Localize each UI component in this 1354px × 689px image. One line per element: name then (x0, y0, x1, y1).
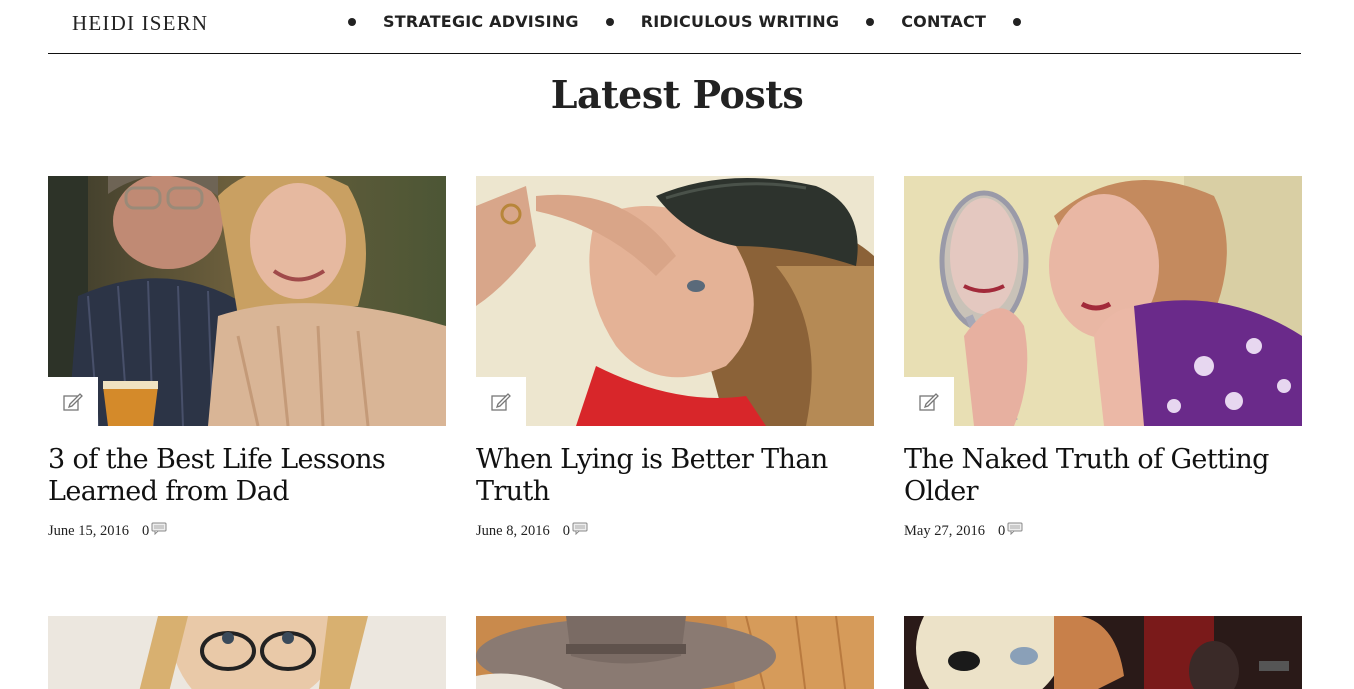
nav-item-ridiculous-writing[interactable]: RIDICULOUS WRITING (641, 12, 839, 31)
post-meta: May 27, 2016 0 (904, 522, 1023, 540)
post-date: June 15, 2016 (48, 522, 129, 539)
site-header: HEIDI ISERN STRATEGIC ADVISING RIDICULOU… (48, 0, 1301, 54)
comment-count[interactable]: 0 (998, 523, 1005, 540)
post-format-badge (48, 377, 98, 426)
site-logo[interactable]: HEIDI ISERN (72, 11, 208, 36)
edit-icon (63, 392, 83, 411)
edit-icon (491, 392, 511, 411)
post-thumbnail[interactable] (904, 176, 1302, 426)
nav-item-contact[interactable]: CONTACT (901, 12, 986, 31)
post-title-link[interactable]: When Lying is Better Than Truth (476, 444, 874, 508)
post-title-link[interactable]: The Naked Truth of Getting Older (904, 444, 1302, 508)
comment-count[interactable]: 0 (142, 523, 149, 540)
post-date: May 27, 2016 (904, 522, 985, 539)
comment-count[interactable]: 0 (563, 523, 570, 540)
comment-bubble-icon[interactable] (1007, 522, 1023, 540)
nav-item-strategic-advising[interactable]: STRATEGIC ADVISING (383, 12, 579, 31)
nav-separator-dot (866, 17, 875, 26)
post-thumbnail[interactable] (476, 176, 874, 426)
post-meta: June 8, 2016 0 (476, 522, 588, 540)
nav-separator-dot (1013, 17, 1022, 26)
nav-separator-dot (348, 17, 356, 26)
post-thumbnail[interactable] (48, 616, 446, 689)
post-thumbnail[interactable] (476, 616, 874, 689)
main-nav: STRATEGIC ADVISING RIDICULOUS WRITING CO… (348, 12, 1022, 31)
post-thumbnail[interactable] (48, 176, 446, 426)
post-format-badge (476, 377, 526, 426)
post-title-link[interactable]: 3 of the Best Life Lessons Learned from … (48, 444, 446, 508)
post-meta: June 15, 2016 0 (48, 522, 167, 540)
post-date: June 8, 2016 (476, 522, 550, 539)
comment-bubble-icon[interactable] (151, 522, 167, 540)
post-format-badge (904, 377, 954, 426)
section-title: Latest Posts (550, 72, 804, 117)
edit-icon (919, 392, 939, 411)
nav-separator-dot (605, 17, 614, 26)
comment-bubble-icon[interactable] (572, 522, 588, 540)
post-thumbnail[interactable] (904, 616, 1302, 689)
